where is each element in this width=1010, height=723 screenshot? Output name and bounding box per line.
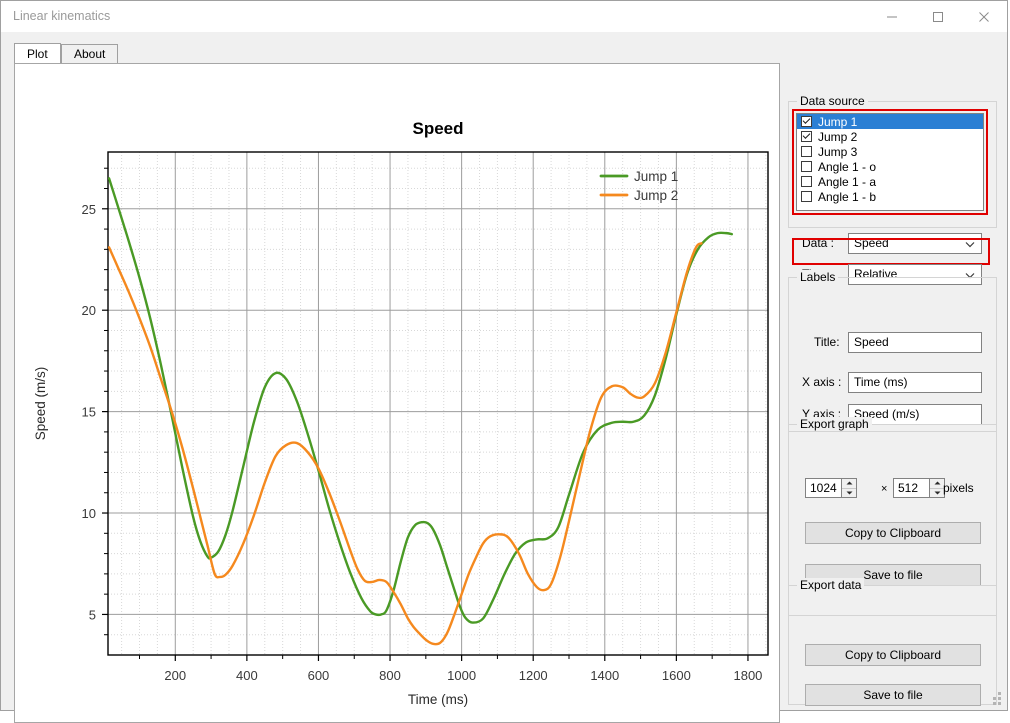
x-tick-label: 1000 <box>447 668 476 683</box>
title-bar: Linear kinematics <box>1 1 1007 32</box>
dimension-separator: × <box>881 483 887 495</box>
export-height-value: 512 <box>898 481 918 495</box>
data-source-list[interactable]: Jump 1Jump 2Jump 3Angle 1 - oAngle 1 - a… <box>796 113 984 211</box>
list-item-label: Jump 2 <box>818 130 857 144</box>
checkbox-icon[interactable] <box>801 116 812 127</box>
list-item-label: Angle 1 - o <box>818 160 876 174</box>
list-item[interactable]: Jump 1 <box>797 114 983 129</box>
list-item-label: Jump 3 <box>818 145 857 159</box>
x-tick-label: 1400 <box>590 668 619 683</box>
x-tick-label: 1200 <box>519 668 548 683</box>
minimize-icon[interactable] <box>869 1 915 32</box>
x-tick-label: 800 <box>379 668 401 683</box>
checkbox-icon[interactable] <box>801 131 812 142</box>
spin-down-icon[interactable] <box>930 488 944 498</box>
x-tick-label: 400 <box>236 668 258 683</box>
list-item[interactable]: Jump 2 <box>797 129 983 144</box>
client-area: Plot About 200 400 600 800 1000 1200 1400 1600 1… <box>2 32 1006 709</box>
title-input-value: Speed <box>854 335 889 349</box>
y-tick-label: 25 <box>82 202 96 217</box>
list-item[interactable]: Angle 1 - o <box>797 159 983 174</box>
y-tick-label: 5 <box>89 607 96 622</box>
export-height-stepper[interactable]: 512 <box>893 478 945 498</box>
checkbox-icon[interactable] <box>801 146 812 157</box>
time-highlight <box>792 238 990 265</box>
list-item[interactable]: Angle 1 - a <box>797 174 983 189</box>
app-window: Linear kinematics Plot About 200 400 600 80… <box>0 0 1008 711</box>
xaxis-field-label: X axis : <box>802 372 841 393</box>
window-title: Linear kinematics <box>13 9 110 23</box>
export-graph-copy-button[interactable]: Copy to Clipboard <box>805 522 981 544</box>
list-item-label: Angle 1 - a <box>818 175 876 189</box>
pixels-label: pixels <box>943 478 974 499</box>
x-tick-label: 600 <box>308 668 330 683</box>
legend-label: Jump 2 <box>634 188 678 203</box>
x-tick-label: 200 <box>164 668 186 683</box>
export-data-save-button[interactable]: Save to file <box>805 684 981 706</box>
xaxis-input-value: Time (ms) <box>854 375 908 389</box>
export-graph-group-title: Export graph <box>797 417 872 431</box>
close-icon[interactable] <box>961 1 1007 32</box>
xaxis-input[interactable]: Time (ms) <box>848 372 982 393</box>
x-axis-label: Time (ms) <box>408 692 468 707</box>
spin-up-icon[interactable] <box>930 479 944 488</box>
speed-chart: 200 400 600 800 1000 1200 1400 1600 1800 5 10 15 20 2… <box>15 64 779 722</box>
series-line-jump-2 <box>109 243 701 644</box>
checkbox-icon[interactable] <box>801 191 812 202</box>
list-item-label: Jump 1 <box>818 115 857 129</box>
y-tick-label: 15 <box>82 405 96 420</box>
spin-down-icon[interactable] <box>842 488 856 498</box>
series-line-jump-1 <box>109 178 732 622</box>
tab-about[interactable]: About <box>61 44 118 64</box>
title-input[interactable]: Speed <box>848 332 982 353</box>
y-tick-label: 10 <box>82 506 96 521</box>
labels-group-title: Labels <box>797 270 838 284</box>
chart-title: Speed <box>412 119 463 138</box>
window-controls <box>869 1 1007 32</box>
maximize-icon[interactable] <box>915 1 961 32</box>
export-width-value: 1024 <box>810 481 837 495</box>
tab-plot[interactable]: Plot <box>14 43 61 65</box>
plot-panel: 200 400 600 800 1000 1200 1400 1600 1800 5 10 15 20 2… <box>14 63 780 723</box>
data-source-group-title: Data source <box>797 94 868 108</box>
checkbox-icon[interactable] <box>801 161 812 172</box>
list-item[interactable]: Jump 3 <box>797 144 983 159</box>
list-item-label: Angle 1 - b <box>818 190 876 204</box>
export-width-stepper[interactable]: 1024 <box>805 478 857 498</box>
resize-grip[interactable] <box>989 693 1002 706</box>
x-tick-label: 1800 <box>733 668 762 683</box>
checkbox-icon[interactable] <box>801 176 812 187</box>
x-tick-label: 1600 <box>662 668 691 683</box>
list-item[interactable]: Angle 1 - b <box>797 189 983 204</box>
spin-up-icon[interactable] <box>842 479 856 488</box>
y-axis-label: Speed (m/s) <box>33 367 48 441</box>
export-data-group-title: Export data <box>797 578 864 592</box>
y-tick-label: 20 <box>82 303 96 318</box>
title-field-label: Title: <box>814 332 840 353</box>
legend-label: Jump 1 <box>634 169 678 184</box>
export-width-spin-buttons[interactable] <box>841 478 857 498</box>
export-data-copy-button[interactable]: Copy to Clipboard <box>805 644 981 666</box>
